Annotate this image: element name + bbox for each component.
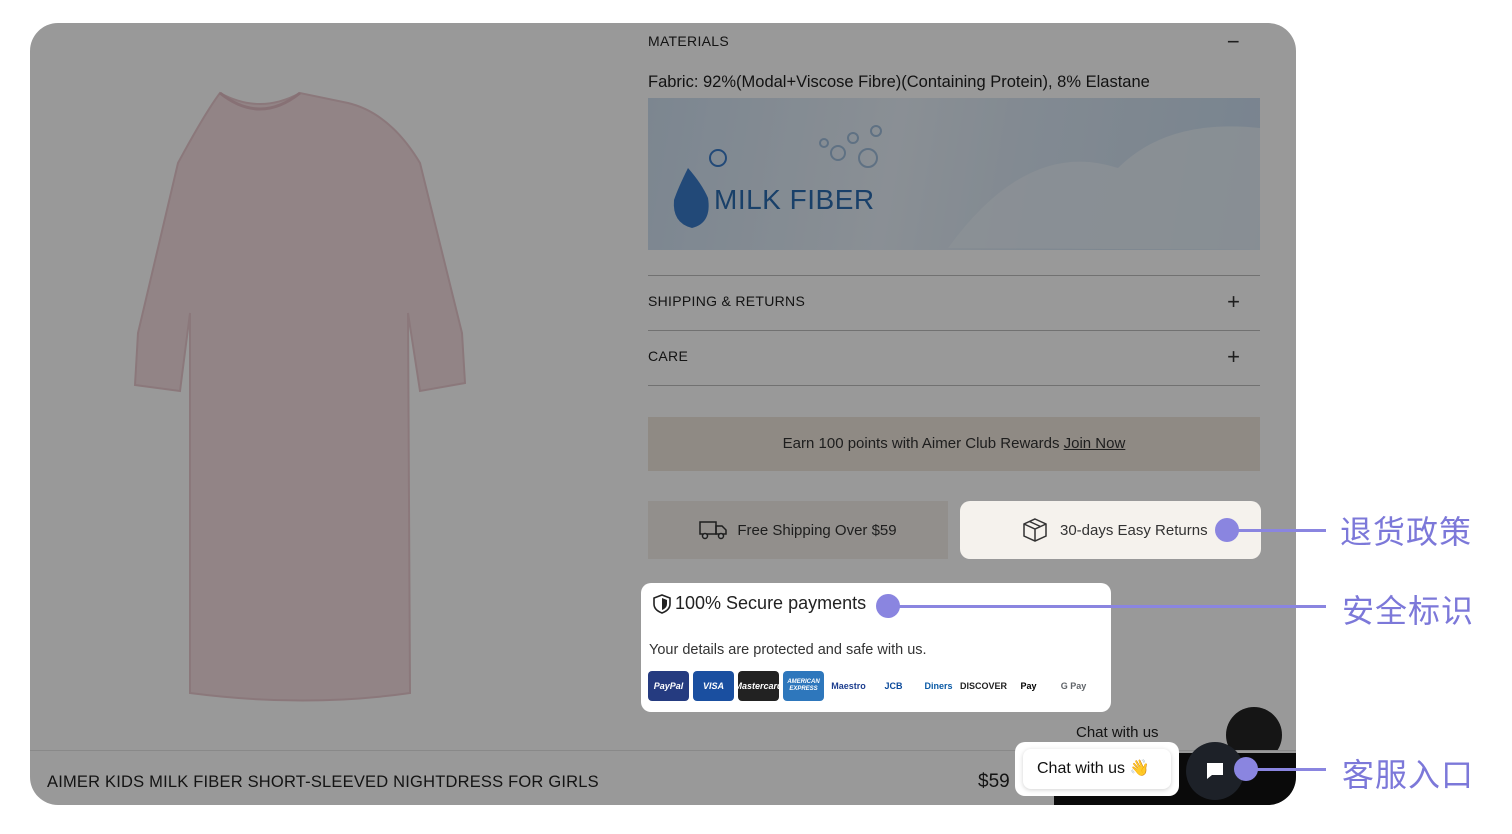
chat-label: Chat with us <box>1037 760 1126 777</box>
callout-line-secure <box>888 605 1326 608</box>
nightdress-shape <box>133 91 467 702</box>
payment-badge-diners: Diners <box>918 671 959 701</box>
box-icon <box>1023 518 1047 542</box>
secure-payments-title: 100% Secure payments <box>653 593 866 614</box>
divider <box>648 385 1260 386</box>
free-shipping-perk: Free Shipping Over $59 <box>648 501 948 559</box>
shield-icon <box>653 593 671 614</box>
milk-fiber-brand: MILK FIBER <box>714 184 875 215</box>
fabric-composition: Fabric: 92%(Modal+Viscose Fibre)(Contain… <box>648 73 1150 91</box>
waving-hand-icon: 👋 <box>1129 760 1150 777</box>
materials-header[interactable]: MATERIALS − <box>648 31 1260 57</box>
expand-icon[interactable]: + <box>1227 291 1240 313</box>
payment-methods: PayPal VISA Mastercard AMERICAN EXPRESS Maes… <box>648 671 1094 701</box>
payment-badge-pay: Pay <box>1008 671 1049 701</box>
expand-icon[interactable]: + <box>1227 346 1240 368</box>
rewards-text: Earn 100 points with Aimer Club Rewards <box>782 435 1064 452</box>
milk-fiber-banner: MILK FIBER <box>648 98 1260 250</box>
join-now-link[interactable]: Join Now <box>1064 435 1126 452</box>
callout-dot-chat <box>1234 757 1258 781</box>
product-price: $59 <box>978 771 1010 792</box>
chat-with-us-button[interactable]: Chat with us 👋 <box>1023 749 1171 789</box>
payment-badge-paypal: PayPal <box>648 671 689 701</box>
callout-line-chat <box>1246 768 1326 771</box>
secure-payments-label: 100% Secure payments <box>675 593 867 613</box>
easy-returns-label: 30-days Easy Returns <box>1060 521 1208 539</box>
payment-badge-maestro: Maestro <box>828 671 869 701</box>
payment-badge-g-pay: G Pay <box>1053 671 1094 701</box>
callout-dot-secure <box>876 594 900 618</box>
free-shipping-label: Free Shipping Over $59 <box>737 521 897 539</box>
chat-bubble-icon <box>1207 763 1223 779</box>
collapse-icon[interactable]: − <box>1227 31 1240 53</box>
payment-badge-jcb: JCB <box>873 671 914 701</box>
callout-label-chat: 客服入口 <box>1342 757 1475 793</box>
payment-badge-mastercard: Mastercard <box>734 671 783 701</box>
accordion-label: SHIPPING & RETURNS <box>648 293 806 309</box>
accordion-label: CARE <box>648 348 689 364</box>
product-title: AIMER KIDS MILK FIBER SHORT-SLEEVED NIGH… <box>47 773 599 791</box>
callout-line-returns <box>1228 529 1326 532</box>
payment-badge-visa: VISA <box>693 671 734 701</box>
payment-badge-discover: DISCOVER <box>960 671 1007 701</box>
truck-icon <box>699 521 728 540</box>
rewards-banner: Earn 100 points with Aimer Club Rewards … <box>648 417 1260 471</box>
product-image <box>133 91 467 702</box>
secure-payments-subtitle: Your details are protected and safe with… <box>649 642 927 658</box>
chat-card: Chat with us 👋 <box>1015 742 1179 796</box>
milk-splash-graphic <box>673 125 1260 250</box>
accordion-care[interactable]: CARE + <box>648 330 1260 384</box>
accordion-shipping-returns[interactable]: SHIPPING & RETURNS + <box>648 275 1260 329</box>
payment-badge-american-express: AMERICAN EXPRESS <box>783 671 824 701</box>
callout-label-returns: 退货政策 <box>1340 514 1473 550</box>
chat-ghost-label: Chat with us <box>1076 724 1159 741</box>
callout-label-secure: 安全标识 <box>1342 593 1475 629</box>
materials-label: MATERIALS <box>648 33 730 49</box>
callout-dot-returns <box>1215 518 1239 542</box>
